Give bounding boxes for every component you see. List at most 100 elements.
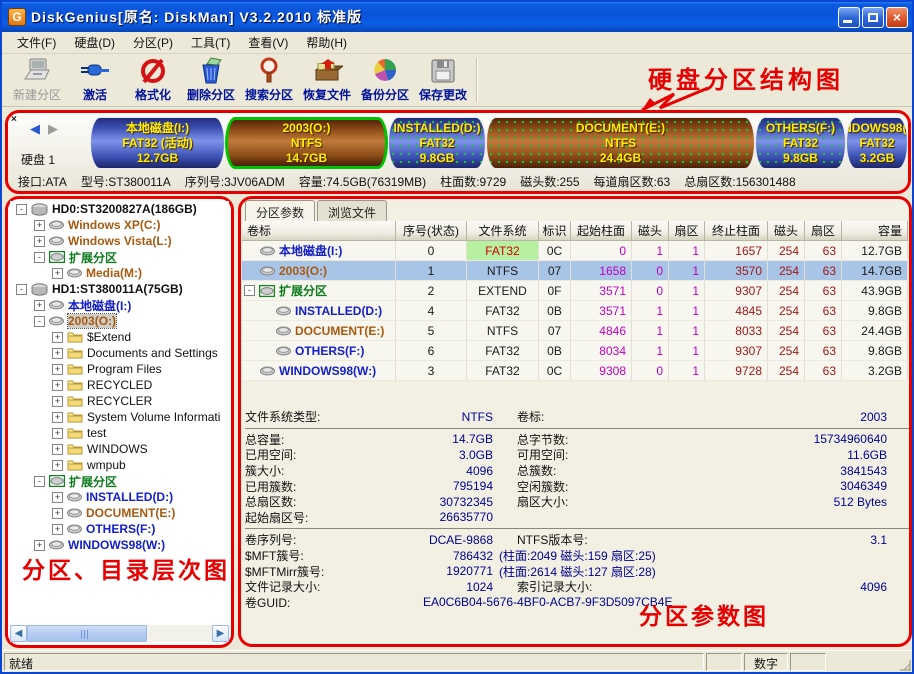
tab-浏览文件[interactable]: 浏览文件 <box>317 200 388 221</box>
保存更改-button[interactable]: 保存更改 <box>414 56 472 104</box>
panel-close-icon[interactable]: × <box>11 115 17 125</box>
close-button[interactable]: × <box>886 6 908 28</box>
scroll-right-icon[interactable]: ▶ <box>212 625 229 642</box>
tree-item[interactable]: + DOCUMENT(E:) <box>10 505 229 521</box>
expand-toggle-icon[interactable]: + <box>34 235 45 247</box>
partition-segment[interactable]: 2003(O:) NTFS 14.7GB <box>225 117 388 169</box>
table-row[interactable]: INSTALLED(D:) 4 FAT32 0B 3571 1 1 4845 254 63 9.8G… <box>242 301 908 321</box>
expand-toggle-icon[interactable]: + <box>52 427 63 439</box>
format-icon <box>139 56 167 86</box>
column-header[interactable]: 扇区 <box>669 221 705 241</box>
scroll-thumb[interactable] <box>27 625 148 642</box>
resize-grip-icon[interactable] <box>898 658 912 672</box>
tree-item[interactable]: + System Volume Informati <box>10 409 229 425</box>
column-header[interactable]: 标识 <box>539 221 571 241</box>
expand-toggle-icon[interactable]: + <box>34 539 45 551</box>
tree-item[interactable]: + Documents and Settings <box>10 345 229 361</box>
next-disk-icon[interactable]: ▶ <box>48 121 58 137</box>
tree-item[interactable]: - 扩展分区 <box>10 473 229 489</box>
cell: 1 <box>632 301 669 320</box>
table-row[interactable]: 本地磁盘(I:) 0 FAT32 0C 0 1 1 1657 254 63 12.7GB <box>242 241 908 261</box>
tree-item[interactable]: - HD0:ST3200827A(186GB) <box>10 201 229 217</box>
table-row[interactable]: OTHERS(F:) 6 FAT32 0B 8034 1 1 9307 254 63 9.8GB <box>242 341 908 361</box>
tree-item[interactable]: + WINDOWS <box>10 441 229 457</box>
menu-item-5[interactable]: 帮助(H) <box>297 32 356 53</box>
expand-toggle-icon[interactable]: + <box>52 267 63 279</box>
volume-label-cell: 本地磁盘(I:) <box>242 241 396 260</box>
tree-item[interactable]: + Program Files <box>10 361 229 377</box>
tree-item[interactable]: + $Extend <box>10 329 229 345</box>
expand-toggle-icon[interactable]: + <box>52 347 63 359</box>
table-row[interactable]: WINDOWS98(W:) 3 FAT32 0C 9308 0 1 9728 254 63 3.2G… <box>242 361 908 381</box>
expand-toggle-icon[interactable]: + <box>52 363 63 375</box>
horizontal-scrollbar[interactable]: ◀ ▶ <box>10 625 229 642</box>
tree-item[interactable]: + 本地磁盘(I:) <box>10 297 229 313</box>
expand-toggle-icon[interactable]: + <box>52 411 63 423</box>
table-row[interactable]: DOCUMENT(E:) 5 NTFS 07 4846 1 1 8033 254 63 24.4GB <box>242 321 908 341</box>
tree-item[interactable]: + RECYCLED <box>10 377 229 393</box>
menu-item-1[interactable]: 硬盘(D) <box>65 32 124 53</box>
partition-segment[interactable]: DOCUMENT(E:) NTFS 24.4GB <box>486 117 755 169</box>
column-header[interactable]: 文件系统 <box>467 221 539 241</box>
scroll-track[interactable] <box>27 625 212 642</box>
激活-button[interactable]: 激活 <box>66 56 124 104</box>
搜索分区-button[interactable]: 搜索分区 <box>240 56 298 104</box>
备份分区-button[interactable]: 备份分区 <box>356 56 414 104</box>
expand-toggle-icon[interactable]: - <box>34 315 45 327</box>
scroll-left-icon[interactable]: ◀ <box>10 625 27 642</box>
tree-item[interactable]: - HD1:ST380011A(75GB) <box>10 281 229 297</box>
expand-toggle-icon[interactable]: - <box>34 475 45 487</box>
menu-item-2[interactable]: 分区(P) <box>124 32 182 53</box>
prev-disk-icon[interactable]: ◀ <box>30 121 40 137</box>
partition-segment[interactable]: OTHERS(F:) FAT32 9.8GB <box>755 117 846 169</box>
expand-toggle-icon[interactable]: + <box>34 219 45 231</box>
column-header[interactable]: 容量 <box>842 221 908 241</box>
expand-toggle-icon[interactable]: + <box>52 459 63 471</box>
minimize-button[interactable] <box>838 6 860 28</box>
格式化-button[interactable]: 格式化 <box>124 56 182 104</box>
expand-toggle-icon[interactable]: - <box>244 285 255 296</box>
menu-item-3[interactable]: 工具(T) <box>182 32 239 53</box>
column-header[interactable]: 扇区 <box>805 221 842 241</box>
tree-item[interactable]: + test <box>10 425 229 441</box>
tree-item[interactable]: + INSTALLED(D:) <box>10 489 229 505</box>
partition-segment[interactable]: 本地磁盘(I:) FAT32 (活动) 12.7GB <box>90 117 225 169</box>
expand-toggle-icon[interactable]: + <box>34 299 45 311</box>
partition-segment[interactable]: WINDOWS98(W:)FAT323.2GB <box>846 117 908 169</box>
column-header[interactable]: 起始柱面 <box>571 221 632 241</box>
tab-分区参数[interactable]: 分区参数 <box>245 200 316 221</box>
expand-toggle-icon[interactable]: + <box>52 331 63 343</box>
column-header[interactable]: 终止柱面 <box>705 221 768 241</box>
column-header[interactable]: 磁头 <box>632 221 669 241</box>
expand-toggle-icon[interactable]: + <box>52 379 63 391</box>
partition-segment[interactable]: INSTALLED(D:) FAT32 9.8GB <box>388 117 486 169</box>
tree-item[interactable]: + RECYCLER <box>10 393 229 409</box>
tree-item[interactable]: + OTHERS(F:) <box>10 521 229 537</box>
table-row[interactable]: 2003(O:) 1 NTFS 07 1658 0 1 3570 254 63 14.7GB <box>242 261 908 281</box>
column-header[interactable]: 序号(状态) <box>396 221 467 241</box>
menu-item-0[interactable]: 文件(F) <box>8 32 65 53</box>
menu-item-4[interactable]: 查看(V) <box>239 32 297 53</box>
expand-toggle-icon[interactable]: + <box>52 507 63 519</box>
expand-toggle-icon[interactable]: + <box>52 395 63 407</box>
expand-toggle-icon[interactable]: - <box>16 203 27 215</box>
expand-toggle-icon[interactable]: - <box>16 283 27 295</box>
table-row[interactable]: - 扩展分区 2 EXTEND 0F 3571 0 1 9307 254 63 43.9GB <box>242 281 908 301</box>
tree-item[interactable]: - 2003(O:) <box>10 313 229 329</box>
ext-disk-icon <box>49 251 65 263</box>
column-header[interactable]: 卷标 <box>242 221 396 241</box>
tree-item[interactable]: - 扩展分区 <box>10 249 229 265</box>
tree-item[interactable]: + Media(M:) <box>10 265 229 281</box>
expand-toggle-icon[interactable]: + <box>52 443 63 455</box>
tree-item[interactable]: + Windows XP(C:) <box>10 217 229 233</box>
disk-icon <box>260 266 275 276</box>
expand-toggle-icon[interactable]: + <box>52 523 63 535</box>
expand-toggle-icon[interactable]: - <box>34 251 45 263</box>
恢复文件-button[interactable]: 恢复文件 <box>298 56 356 104</box>
expand-toggle-icon[interactable]: + <box>52 491 63 503</box>
删除分区-button[interactable]: 删除分区 <box>182 56 240 104</box>
tree-item[interactable]: + wmpub <box>10 457 229 473</box>
maximize-button[interactable] <box>862 6 884 28</box>
tree-item[interactable]: + Windows Vista(L:) <box>10 233 229 249</box>
column-header[interactable]: 磁头 <box>768 221 805 241</box>
